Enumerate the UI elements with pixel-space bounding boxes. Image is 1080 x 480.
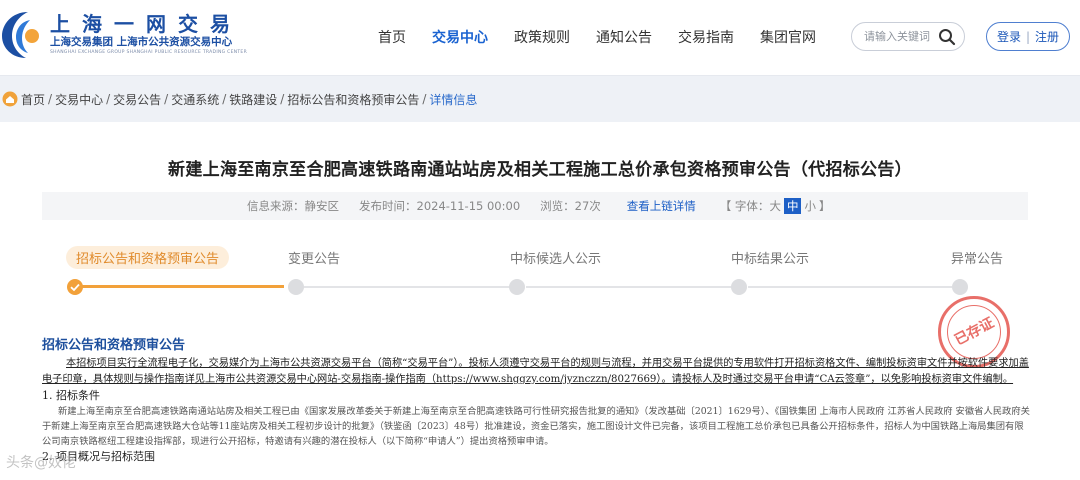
home-icon: [2, 91, 18, 107]
font-size-end: 】: [818, 199, 831, 213]
step-results[interactable]: 中标结果公示: [731, 248, 809, 267]
step-check-icon: [67, 279, 83, 295]
breadcrumb-separator: /: [48, 92, 53, 106]
nav-notices[interactable]: 通知公告: [596, 0, 652, 76]
login-button[interactable]: 登录: [997, 28, 1021, 45]
breadcrumb-separator: /: [222, 92, 227, 106]
announcement-body: 本招标项目实行全流程电子化，交易媒介为上海市公共资源交易平台（简称“交易平台”）…: [42, 356, 1030, 465]
main-nav: 首页 交易中心 政策规则 通知公告 交易指南 集团官网: [378, 0, 842, 76]
breadcrumb: 首页 / 交易中心 / 交易公告 / 交通系统 / 铁路建设 / 招标公告和资格…: [0, 76, 1080, 122]
heading-project-overview: 2. 项目概况与招标范围: [42, 450, 155, 463]
search-icon[interactable]: [938, 28, 956, 46]
progress-steps: 招标公告和资格预审公告 变更公告 中标候选人公示 中标结果公示 异常公告: [0, 244, 1080, 304]
auth-separator: |: [1025, 29, 1031, 44]
step-connector: [526, 286, 732, 288]
breadcrumb-trading-center[interactable]: 交易中心: [55, 91, 103, 108]
step-connector: [304, 286, 510, 288]
nav-home[interactable]: 首页: [378, 0, 406, 76]
site-header: 上海一网交易 上海交易集团 上海市公共资源交易中心 SHANGHAI EXCHA…: [0, 0, 1080, 76]
breadcrumb-separator: /: [280, 92, 285, 106]
breadcrumb-transport[interactable]: 交通系统: [171, 91, 219, 108]
breadcrumb-separator: /: [106, 92, 111, 106]
bid-conditions-paragraph: 新建上海至南京至合肥高速铁路南通站站房及相关工程已由《国家发展改革委关于新建上海…: [42, 406, 1030, 447]
font-medium-button[interactable]: 中: [783, 198, 802, 214]
nav-group-site[interactable]: 集团官网: [760, 0, 816, 76]
views-label: 浏览：: [540, 199, 575, 213]
chain-detail-link[interactable]: 查看上链详情: [627, 198, 696, 214]
step-dot: [509, 279, 525, 295]
nav-policies[interactable]: 政策规则: [514, 0, 570, 76]
step-dot: [952, 279, 968, 295]
watermark: 头条@奴佬: [6, 455, 76, 471]
source-value: 静安区: [304, 199, 340, 213]
breadcrumb-railway[interactable]: 铁路建设: [229, 91, 277, 108]
views-value: 27次: [574, 199, 601, 213]
breadcrumb-separator: /: [164, 92, 169, 106]
step-abnormal[interactable]: 异常公告: [951, 248, 1003, 267]
nav-guide[interactable]: 交易指南: [678, 0, 734, 76]
step-dot: [731, 279, 747, 295]
step-connector: [748, 286, 952, 288]
step-dot: [288, 279, 304, 295]
page-title: 新建上海至南京至合肥高速铁路南通站站房及相关工程施工总价承包资格预审公告（代招标…: [168, 160, 912, 180]
logo-subtitle: 上海交易集团 上海市公共资源交易中心: [50, 36, 233, 48]
font-size-label: 【 字体：: [719, 199, 770, 213]
intro-paragraph: 本招标项目实行全流程电子化，交易媒介为上海市公共资源交易平台（简称“交易平台”）…: [42, 358, 1029, 385]
source-label: 信息来源：: [247, 199, 305, 213]
breadcrumb-separator: /: [422, 92, 427, 106]
time-label: 发布时间：: [359, 199, 417, 213]
breadcrumb-announcements[interactable]: 交易公告: [113, 91, 161, 108]
article-meta: 信息来源： 静安区 发布时间： 2024-11-15 00:00 浏览： 27次…: [42, 192, 1028, 220]
breadcrumb-tender-notices[interactable]: 招标公告和资格预审公告: [287, 91, 419, 108]
nav-trading-center[interactable]: 交易中心: [432, 0, 488, 76]
logo-mark-icon: [0, 8, 46, 62]
step-candidates[interactable]: 中标候选人公示: [510, 248, 601, 267]
breadcrumb-home[interactable]: 首页: [21, 91, 45, 108]
step-change-notice[interactable]: 变更公告: [288, 248, 340, 267]
step-connector-active: [82, 285, 284, 288]
site-logo[interactable]: 上海一网交易 上海交易集团 上海市公共资源交易中心 SHANGHAI EXCHA…: [0, 8, 247, 62]
time-value: 2024-11-15 00:00: [416, 199, 521, 213]
auth-box: 登录 | 注册: [986, 22, 1070, 51]
heading-bid-conditions: 1. 招标条件: [42, 389, 100, 402]
breadcrumb-detail: 详情信息: [429, 92, 478, 107]
search-input[interactable]: [864, 30, 934, 43]
step-tender-notice[interactable]: 招标公告和资格预审公告: [66, 246, 230, 269]
logo-title: 上海一网交易: [50, 12, 242, 36]
font-large-button[interactable]: 大: [769, 198, 781, 214]
section-title: 招标公告和资格预审公告: [42, 338, 186, 353]
search-box: [851, 22, 965, 51]
logo-english: SHANGHAI EXCHANGE GROUP SHANGHAI PUBLIC …: [50, 50, 248, 55]
font-small-button[interactable]: 小: [804, 198, 816, 214]
register-button[interactable]: 注册: [1035, 28, 1059, 45]
